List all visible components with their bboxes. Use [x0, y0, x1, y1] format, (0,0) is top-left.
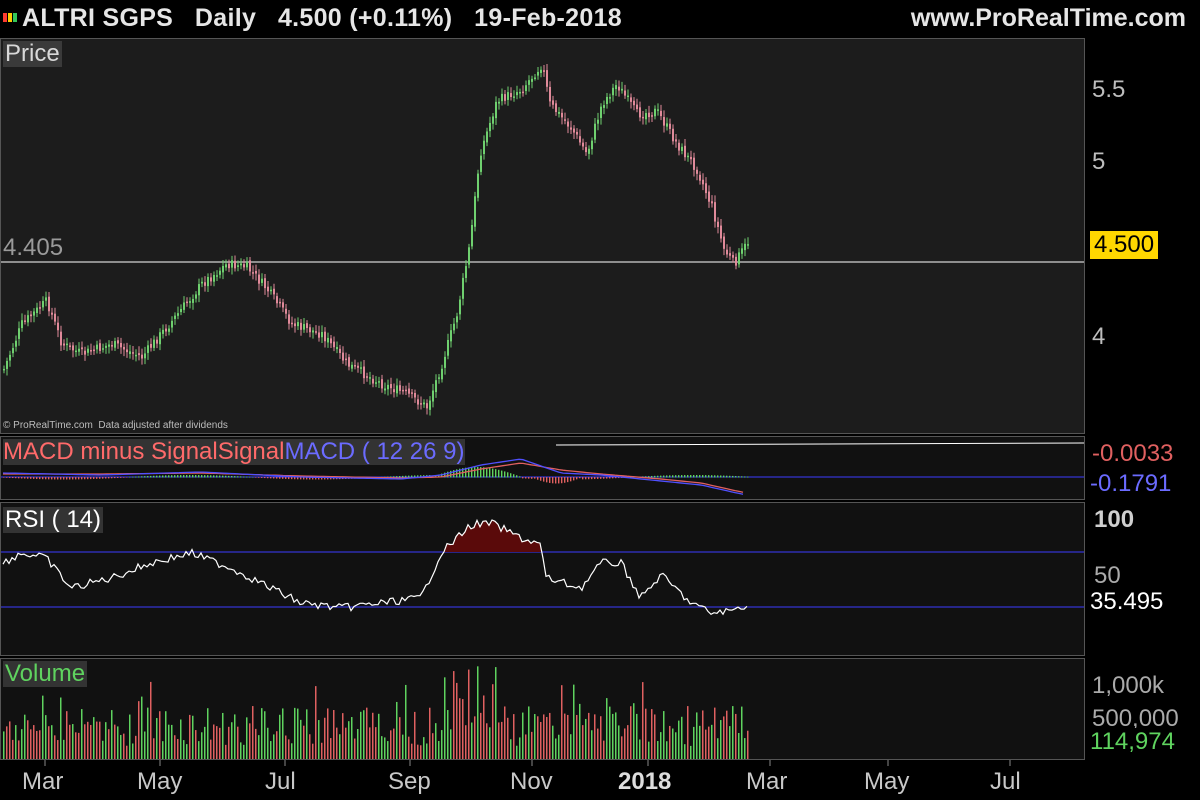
macd-label-group: MACD minus SignalSignalMACD ( 12 26 9) — [3, 439, 465, 465]
website-link[interactable]: www.ProRealTime.com — [911, 4, 1186, 33]
candlestick-series — [3, 64, 749, 416]
volume-label: Volume — [3, 660, 88, 687]
volume-axis: 1,000k 500,000 114,974 — [1086, 658, 1200, 760]
current-price-badge: 4.500 — [1090, 231, 1159, 259]
minimize-window-icon[interactable] — [8, 13, 12, 22]
volume-histogram — [3, 666, 749, 759]
macd-axis: -0.0033 -0.1791 — [1086, 436, 1200, 500]
price-axis: 5.5 5 4 4.500 — [1086, 38, 1200, 434]
maximize-window-icon[interactable] — [13, 13, 17, 22]
horizontal-line-value: 4.405 — [3, 234, 64, 261]
price-tick-4: 4 — [1092, 323, 1106, 350]
x-label-mar-2018: Mar — [746, 768, 788, 795]
price-label: Price — [3, 40, 62, 67]
rsi-panel[interactable]: RSI ( 14) — [0, 502, 1085, 656]
rsi-axis: 100 50 35.495 — [1086, 502, 1200, 656]
rsi-curve — [2, 518, 748, 616]
copyright-note: © ProRealTime.com Data adjusted after di… — [3, 420, 228, 431]
chart-header: ALTRI SGPS Daily 4.500 (+0.11%) 19-Feb-2… — [0, 0, 1200, 38]
price-tick-5: 5 — [1092, 148, 1106, 175]
macd-reference-line — [555, 442, 1084, 446]
x-label-nov: Nov — [510, 768, 553, 795]
chart-title: ALTRI SGPS Daily 4.500 (+0.11%) 19-Feb-2… — [22, 4, 622, 33]
x-label-2018: 2018 — [618, 768, 672, 795]
macd-panel[interactable]: MACD minus SignalSignalMACD ( 12 26 9) — [0, 436, 1085, 500]
x-label-sep: Sep — [388, 768, 431, 795]
macd-minus-signal-label: MACD minus Signal — [3, 438, 218, 465]
period: Daily — [194, 4, 257, 32]
x-label-mar: Mar — [22, 768, 64, 795]
price-change: (+0.11%) — [349, 4, 453, 32]
volume-bars — [3, 666, 749, 759]
macd-minus-signal-value: -0.0033 — [1092, 440, 1174, 467]
volume-panel[interactable]: Volume — [0, 658, 1085, 760]
x-label-jul: Jul — [265, 768, 296, 795]
volume-current-value: 114,974 — [1090, 728, 1175, 756]
macd-value: -0.1791 — [1090, 470, 1172, 498]
rsi-label: RSI ( 14) — [3, 506, 104, 533]
rsi-line — [1, 518, 1084, 616]
x-label-may: May — [137, 768, 183, 795]
rsi-tick-100: 100 — [1094, 506, 1135, 533]
quote-date: 19-Feb-2018 — [474, 4, 622, 32]
last-price: 4.500 — [277, 4, 342, 32]
close-window-icon[interactable] — [3, 13, 7, 22]
rsi-current-value: 35.495 — [1090, 588, 1164, 616]
signal-label: Signal — [217, 438, 285, 465]
x-label-may-2018: May — [864, 768, 910, 795]
volume-tick-1000k: 1,000k — [1092, 672, 1165, 699]
x-label-jul-2018: Jul — [990, 768, 1021, 795]
price-candles — [1, 64, 1084, 416]
price-tick-5-5: 5.5 — [1092, 76, 1126, 103]
price-panel[interactable]: Price 4.405 © ProRealTime.com Data adjus… — [0, 38, 1085, 434]
macd-label: MACD ( 12 26 9) — [284, 438, 465, 465]
rsi-tick-50: 50 — [1094, 562, 1121, 589]
symbol-name: ALTRI SGPS — [22, 4, 174, 32]
